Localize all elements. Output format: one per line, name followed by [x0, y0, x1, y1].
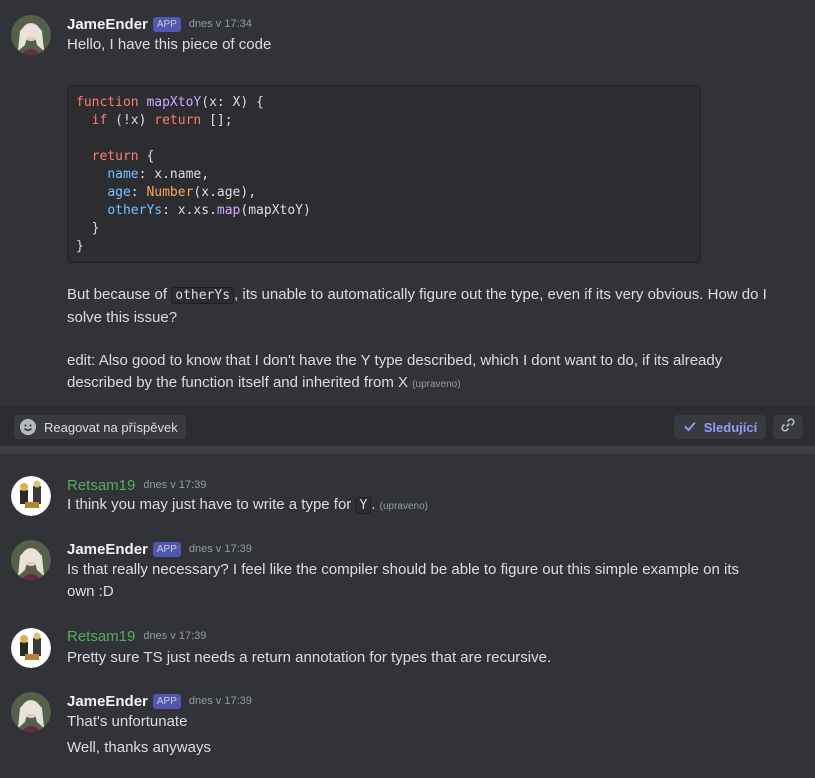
app-badge: APP: [152, 541, 181, 557]
message-timestamp[interactable]: dnes v 17:34: [189, 18, 252, 30]
message-paragraph-2: edit: Also good to know that I don't hav…: [67, 350, 767, 396]
reply-text-b: .: [371, 496, 376, 513]
message-header: Retsam19 dnes v 17:39: [67, 626, 206, 646]
emoji-icon: [20, 419, 36, 435]
avatar-jameender[interactable]: [11, 540, 51, 580]
message-timestamp[interactable]: dnes v 17:39: [143, 479, 206, 491]
message-text-followup: Well, thanks anyways: [67, 739, 211, 756]
message-header: JameEnder APP dnes v 17:39: [67, 691, 252, 711]
message-timestamp[interactable]: dnes v 17:39: [189, 695, 252, 707]
message-original-post: JameEnder APP dnes v 17:34 Hello, I have…: [0, 0, 815, 400]
link-icon: [780, 417, 796, 438]
message-reply: JameEnder APP dnes v 17:39 That's unfort…: [0, 687, 815, 767]
reply-text-a: I think you may just have to write a typ…: [67, 496, 356, 513]
react-to-post-button[interactable]: Reagovat na příspěvek: [14, 415, 186, 439]
post-action-bar: Reagovat na příspěvek Sledující: [0, 406, 815, 447]
avatar-retsam19[interactable]: [11, 628, 51, 668]
avatar-jameender[interactable]: [11, 15, 51, 55]
author-name[interactable]: JameEnder: [67, 16, 148, 33]
author-name[interactable]: Retsam19: [67, 477, 135, 494]
message-text: Hello, I have this piece of code: [67, 36, 272, 53]
forum-thread: JameEnder APP dnes v 17:34 Hello, I have…: [0, 0, 815, 778]
message-reply: JameEnder APP dnes v 17:39 Is that reall…: [0, 535, 815, 610]
author-name[interactable]: Retsam19: [67, 628, 135, 645]
author-name[interactable]: JameEnder: [67, 693, 148, 710]
message-header: JameEnder APP dnes v 17:39: [67, 539, 252, 559]
paragraph-text-a: But because of: [67, 286, 172, 303]
section-divider: [0, 446, 815, 454]
message-text: That's unfortunate: [67, 713, 188, 730]
app-badge: APP: [152, 16, 181, 32]
paragraph-text: edit: Also good to know that I don't hav…: [67, 352, 723, 391]
message-text: Is that really necessary? I feel like th…: [67, 561, 740, 600]
message-timestamp[interactable]: dnes v 17:39: [143, 630, 206, 642]
message-header: JameEnder APP dnes v 17:34: [67, 14, 252, 34]
following-label: Sledující: [703, 419, 758, 435]
following-button[interactable]: Sledující: [674, 415, 766, 439]
message-text: I think you may just have to write a typ…: [67, 494, 767, 518]
message-reply: Retsam19 dnes v 17:39 I think you may ju…: [0, 470, 815, 520]
edited-indicator: (upraveno): [412, 379, 461, 390]
copy-link-button[interactable]: [773, 415, 803, 439]
author-name[interactable]: JameEnder: [67, 541, 148, 558]
react-label: Reagovat na příspěvek: [44, 419, 178, 435]
avatar-retsam19[interactable]: [11, 476, 51, 516]
check-icon: [683, 419, 697, 436]
code-block: function mapXtoY(x: X) { if (!x) return …: [67, 85, 701, 263]
message-timestamp[interactable]: dnes v 17:39: [189, 543, 252, 555]
message-text: Pretty sure TS just needs a return annot…: [67, 649, 552, 666]
message-reply: Retsam19 dnes v 17:39 Pretty sure TS jus…: [0, 622, 815, 672]
app-badge: APP: [152, 693, 181, 709]
avatar-jameender[interactable]: [11, 692, 51, 732]
message-paragraph-1: But because of otherYs, its unable to au…: [67, 284, 767, 329]
message-header: Retsam19 dnes v 17:39: [67, 475, 206, 495]
inline-code: otherYs: [171, 287, 235, 304]
inline-code: Y: [355, 497, 372, 514]
edited-indicator: (upraveno): [379, 501, 428, 512]
